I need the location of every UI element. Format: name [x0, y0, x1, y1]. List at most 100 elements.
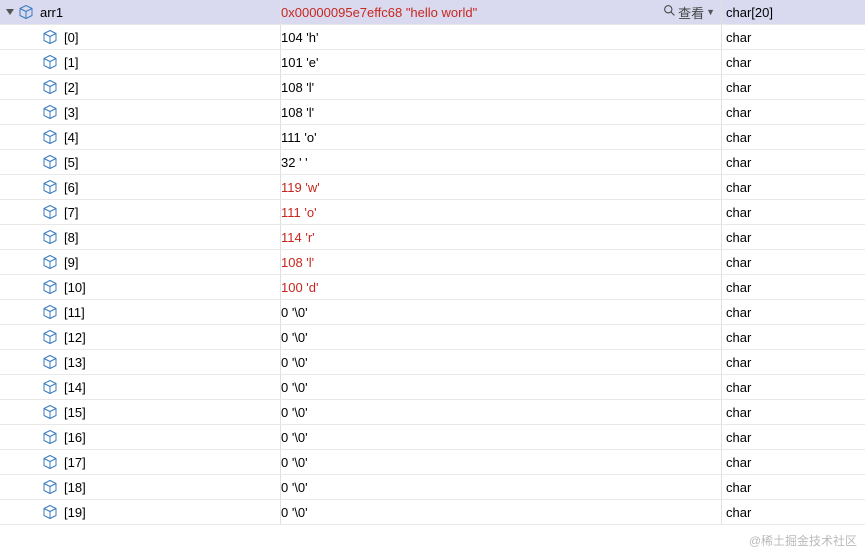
variable-value: 0 '\0' — [281, 305, 308, 320]
variable-type: char — [726, 330, 751, 345]
variable-row[interactable]: [16]0 '\0'char — [0, 424, 865, 450]
variable-icon — [42, 129, 58, 145]
variable-icon — [42, 304, 58, 320]
variable-name: [10] — [64, 280, 86, 295]
variable-icon — [42, 154, 58, 170]
variable-icon — [42, 429, 58, 445]
variable-icon — [42, 204, 58, 220]
variable-icon — [42, 379, 58, 395]
magnifier-icon — [663, 4, 676, 20]
variable-icon — [42, 454, 58, 470]
variable-icon — [42, 29, 58, 45]
variable-name: [19] — [64, 505, 86, 520]
variable-icon — [42, 179, 58, 195]
variable-row[interactable]: [6] 119 'w' char — [0, 174, 865, 200]
variable-row[interactable]: [0] 104 'h' char — [0, 24, 865, 50]
variable-name: [8] — [64, 230, 78, 245]
variable-name: [13] — [64, 355, 86, 370]
variable-name: [15] — [64, 405, 86, 420]
variable-row[interactable]: [3] 108 'l' char — [0, 99, 865, 125]
variable-row[interactable]: [9] 108 'l' char — [0, 249, 865, 275]
variable-name: [4] — [64, 130, 78, 145]
variable-name: [16] — [64, 430, 86, 445]
expand-caret-icon[interactable] — [2, 7, 18, 17]
variable-type: char — [726, 355, 751, 370]
variable-row[interactable]: [5]32 ' 'char — [0, 149, 865, 175]
variable-icon — [42, 354, 58, 370]
variable-name: [5] — [64, 155, 78, 170]
variable-value: 101 'e' — [281, 55, 319, 70]
variable-type: char — [726, 80, 751, 95]
variable-value: 108 'l' — [281, 80, 314, 95]
variable-row[interactable]: [19]0 '\0'char — [0, 499, 865, 525]
variable-name: [1] — [64, 55, 78, 70]
variable-icon — [42, 229, 58, 245]
variable-icon — [42, 504, 58, 520]
variable-value: 0 '\0' — [281, 330, 308, 345]
variable-value: 0 '\0' — [281, 480, 308, 495]
variable-type: char — [726, 155, 751, 170]
variable-row[interactable]: [11]0 '\0'char — [0, 299, 865, 325]
variable-type: char[20] — [726, 5, 773, 20]
variable-value: 114 'r' — [281, 230, 315, 245]
variable-value: 0 '\0' — [281, 355, 308, 370]
variable-icon — [42, 54, 58, 70]
variable-row[interactable]: [14]0 '\0'char — [0, 374, 865, 400]
variable-type: char — [726, 180, 751, 195]
variable-row[interactable]: [7]111 'o'char — [0, 199, 865, 225]
variable-type: char — [726, 455, 751, 470]
variable-type: char — [726, 255, 751, 270]
variable-row[interactable]: [17] 0 '\0' char — [0, 449, 865, 475]
variable-type: char — [726, 505, 751, 520]
variable-icon — [42, 254, 58, 270]
chevron-down-icon: ▼ — [706, 7, 715, 17]
variable-name: [12] — [64, 330, 86, 345]
variable-icon — [42, 329, 58, 345]
variable-value: 0x00000095e7effc68 "hello world" — [281, 5, 477, 20]
variable-value: 111 'o' — [281, 130, 317, 145]
variable-row-root[interactable]: arr1 0x00000095e7effc68 "hello world" 查看… — [0, 0, 865, 25]
variable-value: 104 'h' — [281, 30, 319, 45]
variable-type: char — [726, 55, 751, 70]
variable-name: [18] — [64, 480, 86, 495]
variable-value: 0 '\0' — [281, 380, 308, 395]
variable-row[interactable]: [8]114 'r'char — [0, 224, 865, 250]
variable-name: [17] — [64, 455, 86, 470]
variable-name: arr1 — [40, 5, 63, 20]
variable-row[interactable]: [13] 0 '\0' char — [0, 349, 865, 375]
variable-value: 108 'l' — [281, 255, 314, 270]
variable-row[interactable]: [12] 0 '\0' char — [0, 324, 865, 350]
variable-type: char — [726, 105, 751, 120]
view-action[interactable]: 查看 ▼ — [641, 3, 721, 22]
variable-type: char — [726, 280, 751, 295]
variable-row[interactable]: [2] 108 'l' char — [0, 74, 865, 100]
variable-name: [6] — [64, 180, 78, 195]
variable-type: char — [726, 480, 751, 495]
watch-table: arr1 0x00000095e7effc68 "hello world" 查看… — [0, 0, 865, 525]
variable-row[interactable]: [10] 100 'd' char — [0, 274, 865, 300]
variable-row[interactable]: [15]0 '\0'char — [0, 399, 865, 425]
variable-row[interactable]: [1] 101 'e' char — [0, 49, 865, 75]
variable-name: [2] — [64, 80, 78, 95]
variable-name: [9] — [64, 255, 78, 270]
variable-name: [14] — [64, 380, 86, 395]
variable-value: 0 '\0' — [281, 455, 308, 470]
variable-name: [0] — [64, 30, 78, 45]
watermark: @稀土掘金技术社区 — [749, 532, 857, 549]
variable-icon — [42, 404, 58, 420]
variable-value: 119 'w' — [281, 180, 320, 195]
variable-row[interactable]: [4]111 'o'char — [0, 124, 865, 150]
variable-type: char — [726, 405, 751, 420]
variable-value: 111 'o' — [281, 205, 317, 220]
variable-type: char — [726, 30, 751, 45]
variable-name: [3] — [64, 105, 78, 120]
variable-row[interactable]: [18] 0 '\0' char — [0, 474, 865, 500]
variable-name: [11] — [64, 305, 85, 320]
variable-type: char — [726, 430, 751, 445]
variable-icon — [42, 79, 58, 95]
variable-icon — [42, 279, 58, 295]
variable-value: 100 'd' — [281, 280, 319, 295]
variable-value: 108 'l' — [281, 105, 314, 120]
variable-icon — [18, 4, 34, 20]
view-label: 查看 — [678, 3, 704, 22]
